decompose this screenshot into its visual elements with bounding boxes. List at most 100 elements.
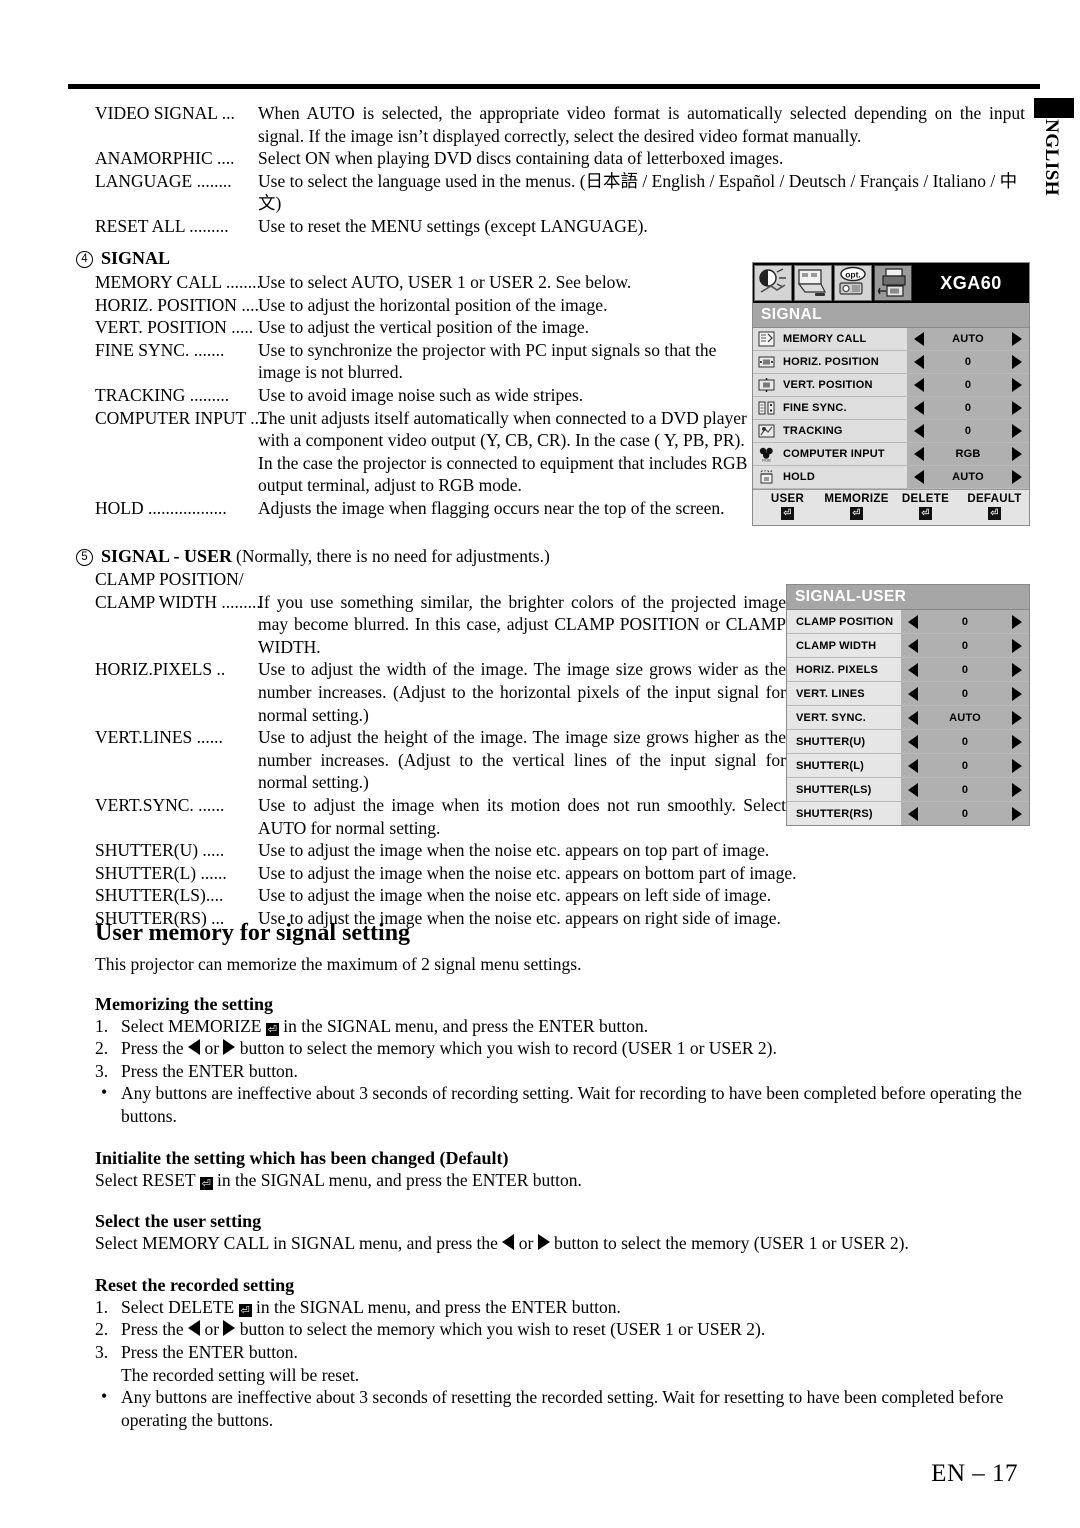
osd-button-delete[interactable]: DELETE ⏎	[891, 493, 960, 520]
osd-row-value: 0	[964, 402, 972, 414]
definition-term: RESET ALL .........	[95, 215, 229, 236]
osd-row-clamp-position[interactable]: CLAMP POSITION 0	[787, 610, 1029, 634]
osd-row-memory-call[interactable]: MEMORY CALL AUTO	[753, 328, 1029, 351]
right-arrow-icon[interactable]	[1012, 447, 1022, 461]
osd-tab-image-contrast[interactable]	[754, 265, 792, 301]
osd-row-shutter-l[interactable]: SHUTTER(L) 0	[787, 754, 1029, 778]
definition-desc: Adjusts the image when flagging occurs n…	[258, 497, 725, 518]
image-contrast-icon	[759, 268, 786, 293]
definition-desc: The unit adjusts itself automatically wh…	[258, 407, 748, 496]
left-arrow-icon[interactable]	[908, 710, 918, 725]
osd-row-value-control[interactable]: 0	[901, 730, 1029, 753]
osd-row-value-control[interactable]: 0	[901, 634, 1029, 657]
osd-row-value-control[interactable]: 0	[901, 754, 1029, 777]
osd-row-value-control[interactable]: 0	[901, 778, 1029, 801]
right-arrow-icon[interactable]	[1012, 470, 1022, 484]
definition-desc: Use to avoid image noise such as wide st…	[258, 384, 584, 405]
osd-row-value-control[interactable]: 0	[907, 420, 1029, 442]
osd-row-computer-input[interactable]: RGB COMPUTER INPUT RGB	[753, 443, 1029, 466]
osd-row-vert-lines[interactable]: VERT. LINES 0	[787, 682, 1029, 706]
definition-row-computer-input: COMPUTER INPUT .... The unit adjusts its…	[95, 407, 756, 497]
right-arrow-icon[interactable]	[1012, 614, 1022, 629]
right-arrow-icon[interactable]	[1012, 662, 1022, 677]
osd-tab-signal[interactable]	[874, 265, 912, 301]
osd-row-clamp-width[interactable]: CLAMP WIDTH 0	[787, 634, 1029, 658]
osd-row-horiz-pixels[interactable]: HORIZ. PIXELS 0	[787, 658, 1029, 682]
definition-desc: Use to adjust the image when its motion …	[258, 794, 786, 838]
definition-desc: Use to select AUTO, USER 1 or USER 2. Se…	[258, 272, 632, 292]
osd-row-shutter-rs[interactable]: SHUTTER(RS) 0	[787, 802, 1029, 825]
left-arrow-icon[interactable]	[908, 758, 918, 773]
select-user-text-a: Select MEMORY CALL in SIGNAL menu, and p…	[95, 1233, 498, 1254]
left-arrow-icon[interactable]	[914, 332, 924, 346]
osd-row-value-control[interactable]: AUTO	[907, 328, 1029, 350]
tracking-icon	[753, 420, 779, 442]
definition-term: HORIZ. POSITION ....	[95, 294, 259, 315]
right-arrow-icon[interactable]	[1012, 734, 1022, 749]
right-arrow-icon[interactable]	[1012, 806, 1022, 821]
osd-row-value: RGB	[955, 448, 981, 460]
right-arrow-icon[interactable]	[1012, 332, 1022, 346]
left-arrow-icon[interactable]	[914, 378, 924, 392]
left-arrow-icon[interactable]	[908, 806, 918, 821]
right-arrow-icon[interactable]	[1012, 638, 1022, 653]
language-side-tab: ENGLISH	[1041, 106, 1062, 197]
right-arrow-icon[interactable]	[1012, 355, 1022, 369]
osd-button-user[interactable]: USER ⏎	[753, 493, 822, 520]
left-arrow-icon[interactable]	[908, 782, 918, 797]
osd-row-value-control[interactable]: 0	[907, 374, 1029, 396]
right-arrow-icon[interactable]	[1012, 758, 1022, 773]
left-arrow-icon[interactable]	[908, 662, 918, 677]
step-text: Press the ENTER button.	[121, 1341, 298, 1362]
osd-row-value-control[interactable]: 0	[901, 658, 1029, 681]
osd-row-value-control[interactable]: 0	[907, 351, 1029, 373]
left-arrow-icon[interactable]	[908, 614, 918, 629]
step-text-a: Press the	[121, 1319, 184, 1340]
left-arrow-icon[interactable]	[908, 734, 918, 749]
right-arrow-icon[interactable]	[1012, 424, 1022, 438]
left-arrow-icon[interactable]	[914, 470, 924, 484]
osd-row-value-control[interactable]: 0	[901, 802, 1029, 825]
osd-row-shutter-u[interactable]: SHUTTER(U) 0	[787, 730, 1029, 754]
right-arrow-icon[interactable]	[1012, 378, 1022, 392]
osd-row-shutter-ls[interactable]: SHUTTER(LS) 0	[787, 778, 1029, 802]
osd-row-vert-position[interactable]: VERT. POSITION 0	[753, 374, 1029, 397]
osd-row-value-control[interactable]: 0	[901, 610, 1029, 633]
step-text-a: Select DELETE	[121, 1296, 235, 1317]
osd-row-value-control[interactable]: 0	[901, 682, 1029, 705]
osd-signal-user-panel[interactable]: SIGNAL-USER CLAMP POSITION 0 CLAMP WIDTH…	[786, 584, 1030, 826]
initialize-text-b: in the SIGNAL menu, and press the ENTER …	[217, 1169, 582, 1190]
osd-row-value-control[interactable]: 0	[907, 397, 1029, 419]
osd-row-value-control[interactable]: AUTO	[901, 706, 1029, 729]
left-arrow-icon[interactable]	[914, 401, 924, 415]
osd-row-hold[interactable]: HOLD AUTO	[753, 466, 1029, 489]
osd-row-vert-sync[interactable]: VERT. SYNC. AUTO	[787, 706, 1029, 730]
right-arrow-icon[interactable]	[1012, 686, 1022, 701]
right-arrow-icon[interactable]	[1012, 710, 1022, 725]
osd-row-label: CLAMP POSITION	[787, 610, 901, 633]
select-user-or: or	[518, 1233, 534, 1254]
left-arrow-icon[interactable]	[914, 355, 924, 369]
osd-row-horiz-position[interactable]: HORIZ. POSITION 0	[753, 351, 1029, 374]
osd-signal-panel[interactable]: opt. XGA60 SIGNAL MEMORY CALL AUTO HORIZ…	[752, 262, 1030, 526]
left-arrow-icon[interactable]	[908, 638, 918, 653]
page-number: EN – 17	[931, 1460, 1018, 1487]
osd-row-value-control[interactable]: RGB	[907, 443, 1029, 465]
osd-tab-screen-picture[interactable]	[794, 265, 832, 301]
definition-term: TRACKING .........	[95, 384, 230, 405]
osd-row-tracking[interactable]: TRACKING 0	[753, 420, 1029, 443]
osd-row-fine-sync[interactable]: FINE SYNC. 0	[753, 397, 1029, 420]
reset-recorded-heading: Reset the recorded setting	[95, 1274, 295, 1295]
left-arrow-icon[interactable]	[914, 447, 924, 461]
right-arrow-icon[interactable]	[1012, 401, 1022, 415]
left-arrow-icon[interactable]	[908, 686, 918, 701]
osd-row-value-control[interactable]: AUTO	[907, 466, 1029, 488]
osd-button-memorize[interactable]: MEMORIZE ⏎	[822, 493, 891, 520]
osd-tab-options[interactable]: opt.	[834, 265, 872, 301]
left-arrow-icon[interactable]	[914, 424, 924, 438]
osd-button-default[interactable]: DEFAULT ⏎	[960, 493, 1029, 520]
definition-term: ANAMORPHIC ....	[95, 148, 235, 169]
right-arrow-icon[interactable]	[1012, 782, 1022, 797]
enter-key-icon: ⏎	[781, 507, 794, 520]
osd-row-label: VERT. LINES	[787, 682, 901, 705]
